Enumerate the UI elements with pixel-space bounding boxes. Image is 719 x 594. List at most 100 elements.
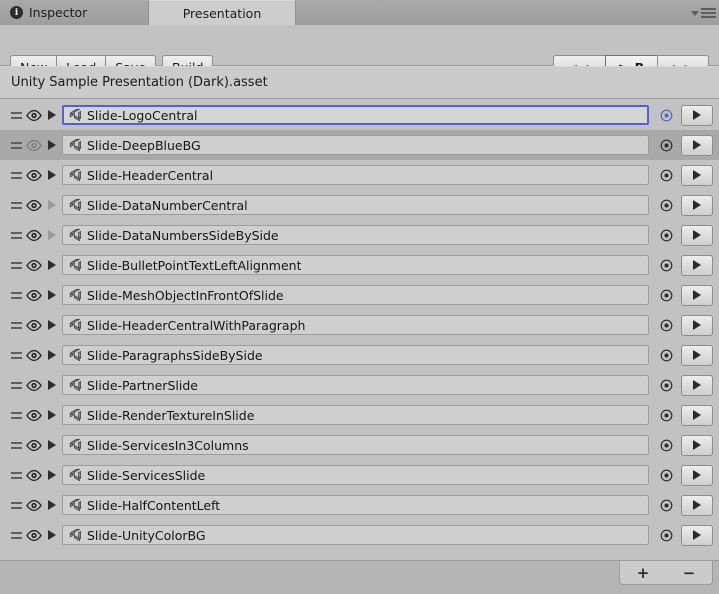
visibility-eye-icon[interactable] bbox=[24, 229, 44, 241]
slide-active-radio[interactable] bbox=[655, 109, 677, 122]
expand-triangle-icon[interactable] bbox=[44, 410, 60, 420]
preview-slide-button[interactable] bbox=[681, 404, 713, 426]
expand-triangle-icon[interactable] bbox=[44, 140, 60, 150]
expand-triangle-icon[interactable] bbox=[44, 200, 60, 210]
expand-triangle-icon[interactable] bbox=[44, 470, 60, 480]
visibility-eye-icon[interactable] bbox=[24, 529, 44, 541]
preview-slide-button[interactable] bbox=[681, 344, 713, 366]
preview-slide-button[interactable] bbox=[681, 254, 713, 276]
slide-object-field[interactable]: Slide-ServicesSlide bbox=[62, 465, 649, 485]
visibility-eye-icon[interactable] bbox=[24, 499, 44, 511]
preview-slide-button[interactable] bbox=[681, 494, 713, 516]
slide-row[interactable]: Slide-MeshObjectInFrontOfSlide bbox=[0, 280, 719, 310]
preview-slide-button[interactable] bbox=[681, 464, 713, 486]
expand-triangle-icon[interactable] bbox=[44, 320, 60, 330]
expand-triangle-icon[interactable] bbox=[44, 170, 60, 180]
slide-row[interactable]: Slide-RenderTextureInSlide bbox=[0, 400, 719, 430]
slide-object-field[interactable]: Slide-UnityColorBG bbox=[62, 525, 649, 545]
drag-handle-icon[interactable] bbox=[8, 280, 24, 310]
preview-slide-button[interactable] bbox=[681, 224, 713, 246]
slide-active-radio[interactable] bbox=[655, 199, 677, 212]
slide-object-field[interactable]: Slide-DataNumberCentral bbox=[62, 195, 649, 215]
slide-row[interactable]: Slide-UnityColorBG bbox=[0, 520, 719, 550]
slide-row[interactable]: Slide-DataNumbersSideBySide bbox=[0, 220, 719, 250]
expand-triangle-icon[interactable] bbox=[44, 530, 60, 540]
slide-row[interactable]: Slide-ParagraphsSideBySide bbox=[0, 340, 719, 370]
slide-active-radio[interactable] bbox=[655, 319, 677, 332]
slide-active-radio[interactable] bbox=[655, 349, 677, 362]
drag-handle-icon[interactable] bbox=[8, 160, 24, 190]
expand-triangle-icon[interactable] bbox=[44, 380, 60, 390]
slide-active-radio[interactable] bbox=[655, 259, 677, 272]
expand-triangle-icon[interactable] bbox=[44, 290, 60, 300]
preview-slide-button[interactable] bbox=[681, 194, 713, 216]
visibility-eye-icon[interactable] bbox=[24, 409, 44, 421]
preview-slide-button[interactable] bbox=[681, 284, 713, 306]
hamburger-menu-icon[interactable] bbox=[691, 6, 716, 20]
expand-triangle-icon[interactable] bbox=[44, 110, 60, 120]
preview-slide-button[interactable] bbox=[681, 104, 713, 126]
expand-triangle-icon[interactable] bbox=[44, 440, 60, 450]
slide-row[interactable]: Slide-ServicesSlide bbox=[0, 460, 719, 490]
slide-row[interactable]: Slide-HeaderCentral bbox=[0, 160, 719, 190]
drag-handle-icon[interactable] bbox=[8, 340, 24, 370]
expand-triangle-icon[interactable] bbox=[44, 500, 60, 510]
drag-handle-icon[interactable] bbox=[8, 400, 24, 430]
drag-handle-icon[interactable] bbox=[8, 220, 24, 250]
visibility-eye-icon[interactable] bbox=[24, 259, 44, 271]
slide-active-radio[interactable] bbox=[655, 379, 677, 392]
preview-slide-button[interactable] bbox=[681, 374, 713, 396]
slide-row[interactable]: Slide-HeaderCentralWithParagraph bbox=[0, 310, 719, 340]
visibility-eye-icon[interactable] bbox=[24, 319, 44, 331]
preview-slide-button[interactable] bbox=[681, 524, 713, 546]
slide-active-radio[interactable] bbox=[655, 289, 677, 302]
slide-active-radio[interactable] bbox=[655, 439, 677, 452]
preview-slide-button[interactable] bbox=[681, 134, 713, 156]
slide-object-field[interactable]: Slide-HalfContentLeft bbox=[62, 495, 649, 515]
drag-handle-icon[interactable] bbox=[8, 190, 24, 220]
slide-active-radio[interactable] bbox=[655, 409, 677, 422]
drag-handle-icon[interactable] bbox=[8, 490, 24, 520]
drag-handle-icon[interactable] bbox=[8, 310, 24, 340]
drag-handle-icon[interactable] bbox=[8, 130, 24, 160]
slide-object-field[interactable]: Slide-BulletPointTextLeftAlignment bbox=[62, 255, 649, 275]
slide-row[interactable]: Slide-DataNumberCentral bbox=[0, 190, 719, 220]
visibility-eye-icon[interactable] bbox=[24, 469, 44, 481]
slide-object-field[interactable]: Slide-LogoCentral bbox=[62, 105, 649, 125]
preview-slide-button[interactable] bbox=[681, 164, 713, 186]
drag-handle-icon[interactable] bbox=[8, 370, 24, 400]
tab-presentation[interactable]: Presentation bbox=[148, 0, 296, 25]
visibility-eye-icon[interactable] bbox=[24, 199, 44, 211]
expand-triangle-icon[interactable] bbox=[44, 230, 60, 240]
drag-handle-icon[interactable] bbox=[8, 520, 24, 550]
expand-triangle-icon[interactable] bbox=[44, 350, 60, 360]
tab-inspector[interactable]: i Inspector bbox=[0, 0, 130, 25]
drag-handle-icon[interactable] bbox=[8, 460, 24, 490]
drag-handle-icon[interactable] bbox=[8, 430, 24, 460]
slide-active-radio[interactable] bbox=[655, 139, 677, 152]
preview-slide-button[interactable] bbox=[681, 314, 713, 336]
slide-object-field[interactable]: Slide-MeshObjectInFrontOfSlide bbox=[62, 285, 649, 305]
visibility-eye-icon[interactable] bbox=[24, 349, 44, 361]
slide-row[interactable]: Slide-ServicesIn3Columns bbox=[0, 430, 719, 460]
drag-handle-icon[interactable] bbox=[8, 100, 24, 130]
slide-object-field[interactable]: Slide-HeaderCentral bbox=[62, 165, 649, 185]
preview-slide-button[interactable] bbox=[681, 434, 713, 456]
slide-object-field[interactable]: Slide-ServicesIn3Columns bbox=[62, 435, 649, 455]
slide-object-field[interactable]: Slide-ParagraphsSideBySide bbox=[62, 345, 649, 365]
slide-active-radio[interactable] bbox=[655, 469, 677, 482]
visibility-eye-icon[interactable] bbox=[24, 439, 44, 451]
slide-row[interactable]: Slide-DeepBlueBG bbox=[0, 130, 719, 160]
slide-row[interactable]: Slide-PartnerSlide bbox=[0, 370, 719, 400]
slide-object-field[interactable]: Slide-PartnerSlide bbox=[62, 375, 649, 395]
slide-row[interactable]: Slide-LogoCentral bbox=[0, 100, 719, 130]
visibility-eye-icon[interactable] bbox=[24, 379, 44, 391]
slide-active-radio[interactable] bbox=[655, 229, 677, 242]
expand-triangle-icon[interactable] bbox=[44, 260, 60, 270]
slide-object-field[interactable]: Slide-DataNumbersSideBySide bbox=[62, 225, 649, 245]
visibility-eye-icon[interactable] bbox=[24, 139, 44, 151]
slide-object-field[interactable]: Slide-RenderTextureInSlide bbox=[62, 405, 649, 425]
visibility-eye-icon[interactable] bbox=[24, 109, 44, 121]
slide-row[interactable]: Slide-HalfContentLeft bbox=[0, 490, 719, 520]
slide-object-field[interactable]: Slide-DeepBlueBG bbox=[62, 135, 649, 155]
